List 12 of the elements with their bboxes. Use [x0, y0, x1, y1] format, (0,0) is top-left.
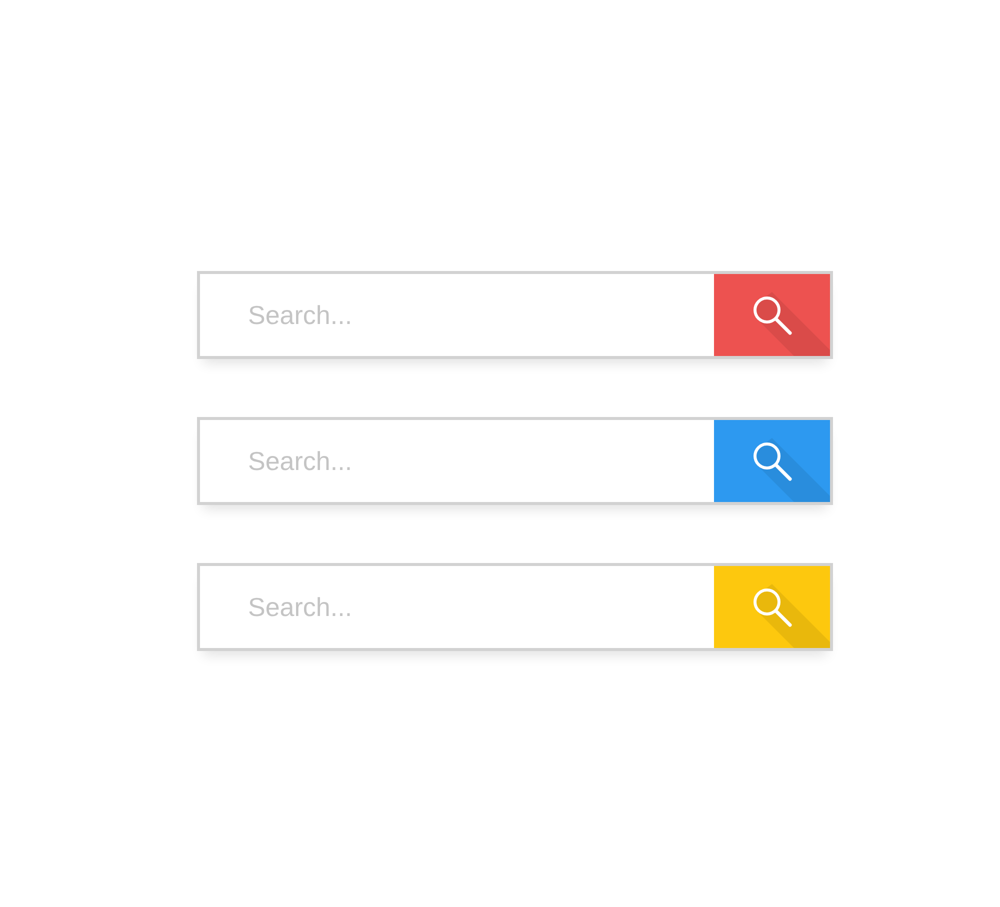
search-bar[interactable]: Search...	[197, 417, 833, 505]
search-button[interactable]	[714, 274, 830, 356]
search-icon	[751, 440, 793, 482]
search-button[interactable]	[714, 420, 830, 502]
search-bar[interactable]: Search...	[197, 563, 833, 651]
search-icon	[751, 294, 793, 336]
search-bar[interactable]: Search...	[197, 271, 833, 359]
search-field[interactable]: Search...	[200, 420, 714, 502]
search-icon	[751, 586, 793, 628]
search-button[interactable]	[714, 566, 830, 648]
search-field[interactable]: Search...	[200, 274, 714, 356]
search-field[interactable]: Search...	[200, 566, 714, 648]
